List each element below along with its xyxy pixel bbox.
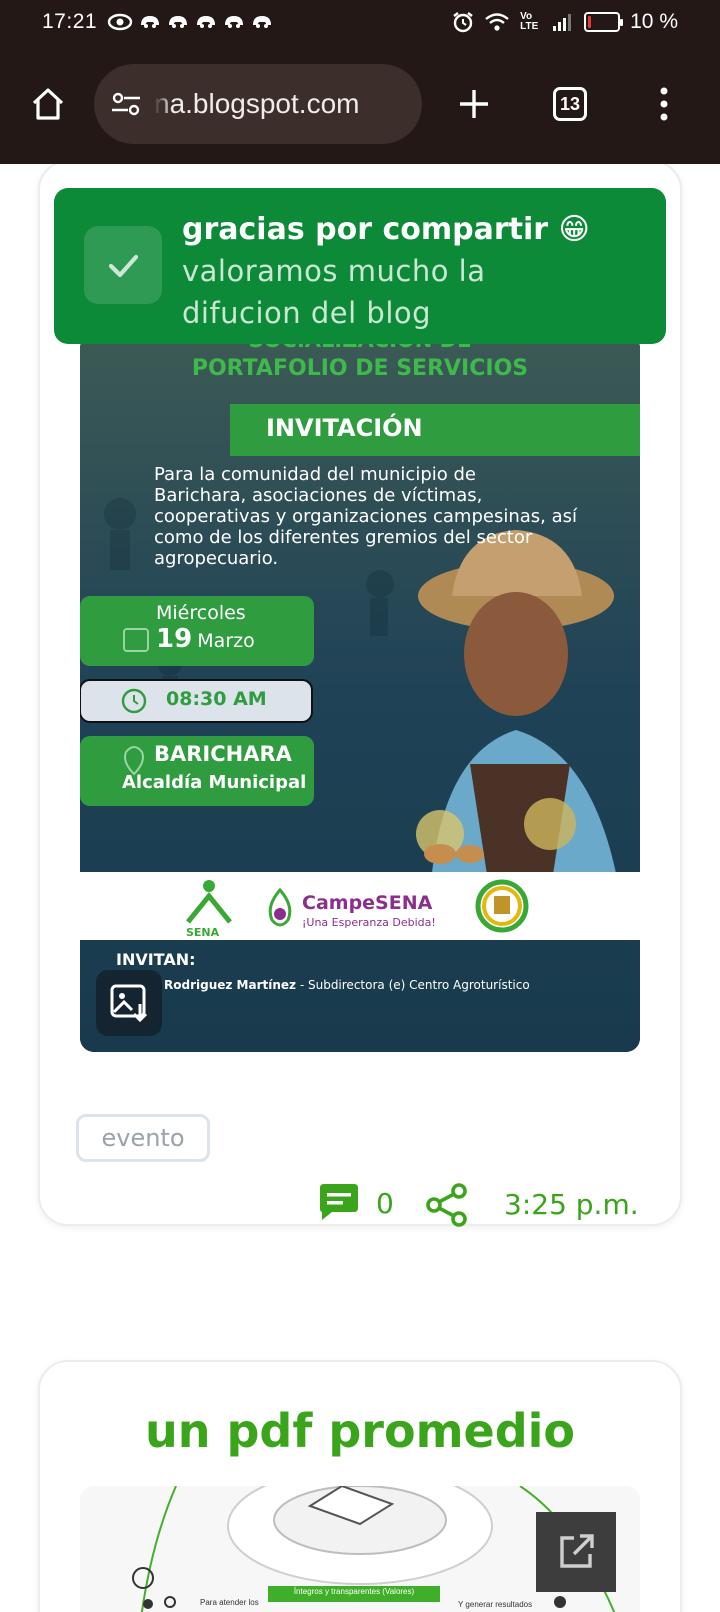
pdf-label-center: Íntegros y transparentes (Valores) [293,1587,415,1596]
status-right: Vo LTE 10 % [452,10,678,34]
network-label: Vo LTE [520,11,539,32]
app-notification-icon [169,16,188,28]
campesena-name: CampeSENA [302,892,433,914]
new-tab-button[interactable] [446,76,502,132]
pdf-label-right: Y generar resultados [458,1600,533,1609]
poster-body-line: agropecuario. [154,548,279,569]
wifi-icon [485,13,509,31]
app-notification-icon [253,16,272,28]
comments-button[interactable]: 0 [316,1182,394,1224]
status-time: 17:21 [42,10,98,33]
poster-invitation: INVITACIÓN [266,414,423,442]
eye-icon [107,13,133,31]
toast-text: gracias por compartir 😁 valoramos mucho … [182,210,590,334]
battery-fill [588,16,591,28]
poster-body-line: Para la comunidad del municipio de [154,464,476,485]
poster-weekday: Miércoles [156,602,246,624]
sena-logo-text: SENA [186,926,220,939]
municipal-seal-logo [475,879,529,933]
pdf-label-left: Para atender los [200,1598,259,1607]
poster-body-line: cooperativas y organizaciones campesinas… [154,506,578,527]
app-notification-icon [197,16,216,28]
share-icon [426,1183,467,1227]
next-post-title[interactable]: un pdf promedio [0,1404,720,1458]
poster-time: 08:30 AM [166,688,267,710]
address-bar[interactable]: na.blogspot.com [94,64,422,144]
share-toast: gracias por compartir 😁 valoramos mucho … [54,188,666,344]
browser-toolbar: na.blogspot.com 13 [0,44,720,164]
site-settings-icon[interactable] [110,90,142,118]
share-button[interactable] [424,1182,470,1232]
post-meta: 0 3:25 p.m. [0,1170,720,1240]
poster-heading-2: PORTAFOLIO DE SERVICIOS [191,356,529,381]
signal-icon [553,14,572,31]
poster-body-line: como de los diferentes gremios del secto… [154,527,533,548]
poster-invitan: INVITAN: [116,950,196,969]
poster-date: 19 Marzo [156,624,255,654]
menu-button[interactable] [636,76,692,132]
tag-evento[interactable]: evento [76,1114,210,1162]
page-content: SOCIALIZACIÓN DE PORTAFOLIO DE SERVICIOS… [0,164,720,1612]
url-text: na.blogspot.com [154,88,360,119]
open-external-button[interactable] [536,1512,616,1592]
alarm-icon [453,12,473,33]
poster-place-sub: Alcaldía Municipal [122,772,307,793]
notification-icons [107,13,273,31]
battery-text: 10 % [630,10,678,33]
more-vert-icon [660,87,668,121]
toast-title: gracias por compartir 😁 [182,212,590,247]
open-in-new-icon [560,1534,594,1568]
poster-day: 19 [156,624,193,654]
check-icon [84,226,162,304]
comment-icon [320,1184,358,1220]
campesena-tagline: ¡Una Esperanza Debida! [302,916,436,929]
poster-invitan-line: Rodriguez Martínez - Subdirectora (e) Ce… [164,978,530,992]
post-time[interactable]: 3:25 p.m. [504,1188,639,1221]
tab-switcher-button[interactable]: 13 [542,76,598,132]
poster-body-line: Barichara, asociaciones de víctimas, [154,485,483,506]
app-notification-icon [141,16,160,28]
comment-count: 0 [376,1186,394,1220]
status-bar: 17:21 Vo LTE 10 % [0,0,720,44]
image-download-icon [110,984,148,1023]
poster-body: Para la comunidad del municipio de Baric… [154,464,624,569]
download-image-button[interactable] [96,970,162,1036]
poster-invitan-name: Rodriguez Martínez [164,978,297,992]
app-notification-icon [225,16,244,28]
toast-line: valoramos mucho la [182,254,486,288]
toast-line: difucion del blog [182,296,432,330]
plus-icon [460,90,488,118]
poster-month: Marzo [197,630,255,652]
home-button[interactable] [20,76,76,132]
poster-invitan-role: - Subdirectora (e) Centro Agroturístico [296,978,530,992]
tab-count: 13 [553,87,587,121]
battery-icon [584,12,624,32]
home-icon [32,88,64,120]
poster-place: BARICHARA [154,742,292,766]
post-image[interactable]: SOCIALIZACIÓN DE PORTAFOLIO DE SERVICIOS… [80,334,640,1052]
